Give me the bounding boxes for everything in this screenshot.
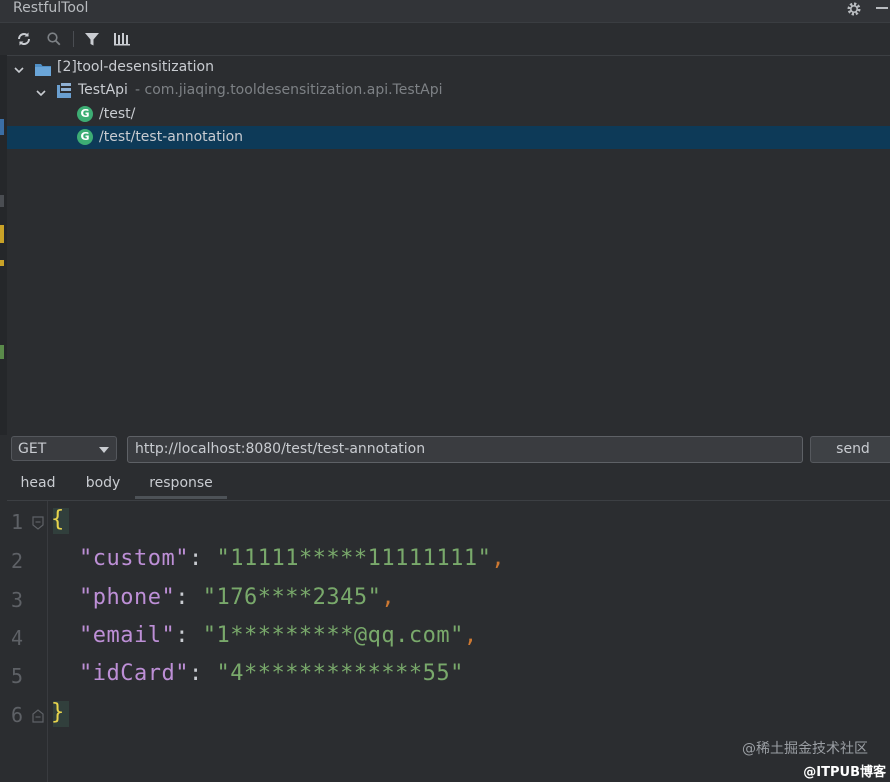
- json-key: "idCard": [79, 661, 189, 686]
- line-number: 6: [11, 703, 24, 727]
- json-comma: ,: [381, 585, 396, 610]
- json-key: "phone": [79, 585, 176, 610]
- controller-class-icon: [57, 83, 71, 98]
- tab-head[interactable]: head: [14, 468, 62, 499]
- edge-marker: [0, 195, 4, 207]
- line-number: 5: [11, 664, 24, 688]
- tree-endpoint-row[interactable]: G /test/: [7, 103, 890, 126]
- get-method-badge: G: [77, 129, 93, 145]
- http-method-value: GET: [18, 441, 47, 457]
- toolbar-separator: [73, 31, 74, 47]
- send-button[interactable]: send: [810, 436, 890, 463]
- fold-marker-icon[interactable]: [32, 515, 44, 530]
- http-method-select[interactable]: GET: [11, 436, 117, 461]
- json-open-brace: {: [51, 507, 65, 532]
- json-key: "custom": [79, 546, 189, 571]
- json-colon: :: [188, 661, 217, 686]
- edge-marker: [0, 225, 4, 243]
- code-line: }: [51, 700, 65, 725]
- code-line: "custom": "11111*****11111111",: [79, 546, 505, 571]
- search-icon[interactable]: [45, 30, 63, 48]
- gear-icon[interactable]: [846, 1, 862, 17]
- url-input[interactable]: http://localhost:8080/test/test-annotati…: [127, 436, 803, 463]
- edge-marker: [0, 345, 4, 359]
- chevron-down-icon[interactable]: [35, 84, 47, 97]
- edge-marker: [0, 260, 4, 266]
- json-value: "1*********@qq.com": [202, 623, 464, 648]
- controller-name: TestApi: [78, 82, 128, 98]
- request-bar: GET http://localhost:8080/test/test-anno…: [7, 431, 890, 467]
- json-comma: ,: [463, 623, 478, 648]
- endpoint-tree: [2]tool-desensitization TestApi - com.ji…: [7, 56, 890, 431]
- code-line: "idCard": "4*************55": [79, 661, 464, 686]
- line-number: 4: [11, 626, 24, 650]
- get-method-badge: G: [77, 106, 93, 122]
- tree-endpoint-row-selected[interactable]: G /test/test-annotation: [7, 126, 890, 149]
- toolbar: [0, 23, 890, 56]
- controller-package: - com.jiaqing.tooldesensitization.api.Te…: [135, 82, 443, 98]
- json-colon: :: [175, 585, 203, 610]
- code-line: "email": "1*********@qq.com",: [79, 623, 478, 648]
- edge-marker: [0, 119, 4, 135]
- json-colon: :: [188, 546, 217, 571]
- watermark: @稀土掘金技术社区: [742, 741, 868, 757]
- module-name: [2]tool-desensitization: [57, 59, 214, 75]
- tree-module-row[interactable]: [2]tool-desensitization: [7, 56, 890, 79]
- watermark: @ITPUB博客: [803, 765, 886, 780]
- tree-controller-row[interactable]: TestApi - com.jiaqing.tooldesensitizatio…: [7, 79, 890, 102]
- json-value: "176****2345": [202, 585, 382, 610]
- folder-icon: [35, 61, 51, 76]
- gutter-divider: [47, 501, 48, 782]
- json-close-brace: }: [51, 700, 65, 725]
- endpoint-path: /test/: [99, 106, 136, 122]
- endpoint-path: /test/test-annotation: [99, 129, 244, 145]
- refresh-icon[interactable]: [15, 30, 33, 48]
- chevron-down-icon[interactable]: [13, 61, 25, 74]
- json-key: "email": [79, 623, 176, 648]
- title-bar: RestfulTool: [0, 0, 890, 23]
- response-tabs: head body response: [7, 468, 890, 501]
- library-icon[interactable]: [113, 30, 131, 48]
- line-number: 3: [11, 588, 24, 612]
- json-value: "4*************55": [216, 661, 464, 686]
- code-line: "phone": "176****2345",: [79, 585, 395, 610]
- json-comma: ,: [491, 546, 506, 571]
- editor-edge-strip: [0, 55, 7, 435]
- json-colon: :: [175, 623, 203, 648]
- fold-marker-icon[interactable]: [32, 708, 44, 723]
- line-number: 1: [11, 510, 24, 534]
- line-number: 2: [11, 549, 24, 573]
- filter-icon[interactable]: [83, 30, 101, 48]
- dropdown-arrow-icon: [99, 447, 109, 453]
- restful-tool-window: RestfulTool [2]tool-desensitization Test…: [0, 0, 890, 782]
- window-title: RestfulTool: [13, 0, 89, 16]
- code-line: {: [51, 507, 65, 532]
- tab-response[interactable]: response: [135, 468, 227, 499]
- minimize-icon[interactable]: [876, 7, 888, 9]
- tab-body[interactable]: body: [79, 468, 127, 499]
- json-value: "11111*****11111111": [216, 546, 492, 571]
